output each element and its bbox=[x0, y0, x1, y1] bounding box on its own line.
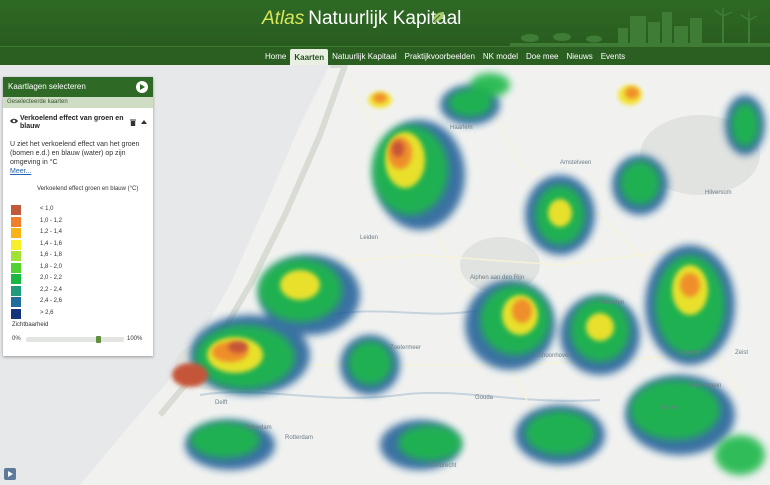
opacity-min-label: 0% bbox=[12, 336, 21, 342]
skyline-illustration bbox=[510, 8, 770, 46]
map-label: Gouda bbox=[475, 395, 494, 401]
legend-swatch bbox=[11, 216, 21, 227]
legend-swatch bbox=[11, 297, 21, 307]
legend-label: 2,2 - 2,4 bbox=[40, 286, 63, 293]
map-label: Utrecht bbox=[680, 350, 700, 356]
layer-title: Verkoelend effect van groen en blauw bbox=[20, 115, 124, 130]
map-label: Dordrecht bbox=[430, 463, 457, 469]
brand-atlas: Atlas bbox=[262, 8, 305, 29]
opacity-label: Zichtbaarheid bbox=[12, 322, 49, 328]
eye-icon[interactable] bbox=[10, 118, 18, 124]
legend-swatch bbox=[11, 251, 21, 261]
map-label: Rotterdam bbox=[285, 435, 314, 441]
legend-swatch bbox=[11, 274, 21, 284]
map-label: Amstelveen bbox=[560, 160, 592, 166]
map-label: Schoonhoven bbox=[535, 353, 572, 359]
map-label: Delft bbox=[215, 400, 228, 406]
map-label: Woerden bbox=[600, 300, 625, 306]
opacity-slider-handle[interactable] bbox=[95, 336, 101, 343]
legend-swatch bbox=[11, 262, 21, 273]
legend-label: 2,0 - 2,2 bbox=[40, 275, 63, 281]
legend-label: 1,2 - 1,4 bbox=[40, 229, 63, 235]
map-label: Zeist bbox=[735, 350, 749, 356]
nav-home[interactable]: Home bbox=[261, 47, 290, 66]
map-label: Leiden bbox=[360, 235, 379, 241]
main-nav: Home Kaarten Natuurlijk Kapitaal Praktij… bbox=[0, 46, 770, 66]
nav-natuurlijk-kapitaal[interactable]: Natuurlijk Kapitaal bbox=[328, 47, 400, 66]
opacity-slider[interactable] bbox=[26, 336, 124, 343]
opacity-max-label: 100% bbox=[127, 336, 143, 342]
map-label: Vianen bbox=[660, 405, 679, 411]
legend-label: 1,4 - 1,6 bbox=[40, 240, 63, 247]
arrow-right-icon[interactable] bbox=[136, 81, 148, 93]
nav-nk-model[interactable]: NK model bbox=[479, 47, 522, 66]
legend-label: < 1,0 bbox=[40, 206, 54, 212]
map-label: Alphen aan den Rijn bbox=[470, 275, 525, 281]
nav-kaarten[interactable]: Kaarten bbox=[290, 49, 329, 66]
legend-label: 2,4 - 2,6 bbox=[40, 298, 63, 304]
map-label: Hilversum bbox=[705, 190, 732, 196]
expand-panel-button[interactable] bbox=[4, 468, 16, 480]
legend-label: 1,6 - 1,8 bbox=[40, 252, 63, 258]
trash-icon[interactable] bbox=[130, 119, 136, 126]
panel-title: Kaartlagen selecteren bbox=[8, 82, 86, 91]
nav-doe-mee[interactable]: Doe mee bbox=[522, 47, 562, 66]
site-header: Atlas Natuurlijk Kapitaal bbox=[0, 0, 770, 46]
nav-events[interactable]: Events bbox=[597, 47, 629, 66]
nav-praktijkvoorbeelden[interactable]: Praktijkvoorbeelden bbox=[401, 47, 479, 66]
legend-swatch bbox=[11, 285, 21, 296]
legend-swatch bbox=[11, 308, 21, 319]
nav-nieuws[interactable]: Nieuws bbox=[562, 47, 596, 66]
legend-swatch bbox=[11, 239, 21, 250]
legend-label: > 2,6 bbox=[40, 309, 54, 316]
selected-maps-header: Geselecteerde kaarten bbox=[3, 97, 153, 108]
more-link[interactable]: Meer... bbox=[10, 168, 31, 175]
legend-label: 1,0 - 1,2 bbox=[40, 217, 63, 224]
map-label: Schiedam bbox=[245, 425, 272, 431]
map-label: Nieuwegein bbox=[690, 383, 722, 389]
legend-label: 1,8 - 2,0 bbox=[40, 263, 63, 270]
map-label: Haarlem bbox=[450, 125, 473, 131]
layer-panel: Kaartlagen selecteren Geselecteerde kaar… bbox=[3, 77, 153, 356]
caret-up-icon[interactable] bbox=[141, 119, 147, 125]
leaf-icon bbox=[432, 12, 444, 23]
legend-swatch bbox=[11, 228, 21, 238]
layer-description: U ziet het verkoelend effect van het gro… bbox=[10, 141, 140, 166]
legend-title: Verkoelend effect groen en blauw (°C) bbox=[37, 186, 139, 192]
map-label: Zoetermeer bbox=[390, 345, 422, 351]
legend-swatch bbox=[11, 205, 21, 215]
panel-header[interactable]: Kaartlagen selecteren bbox=[3, 77, 153, 97]
